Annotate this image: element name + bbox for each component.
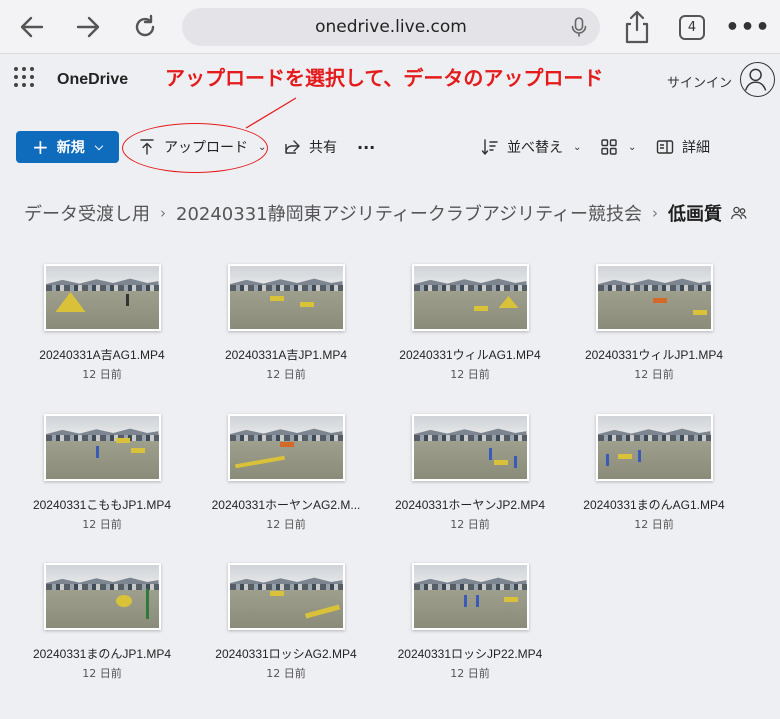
video-thumbnail <box>227 414 345 481</box>
file-name: 20240331ロッシAG2.MP4 <box>215 647 357 661</box>
user-icon <box>744 68 767 91</box>
file-date: 12 日前 <box>634 518 674 531</box>
file-name: 20240331こももJP1.MP4 <box>32 498 172 512</box>
file-name: 20240331まのんJP1.MP4 <box>32 647 172 661</box>
new-button[interactable]: + 新規 ⌵ <box>16 131 119 163</box>
avatar[interactable] <box>740 62 775 97</box>
breadcrumb-item[interactable]: データ受渡し用 <box>24 200 150 226</box>
file-tile[interactable]: 20240331まのんAG1.MP4 12 日前 <box>579 414 729 532</box>
more-actions-button[interactable]: ··· <box>357 136 375 158</box>
chevron-down-icon: ⌵ <box>94 140 104 153</box>
video-thumbnail <box>227 264 345 331</box>
file-date: 12 日前 <box>82 368 122 381</box>
video-thumbnail <box>595 264 713 331</box>
app-launcher-icon[interactable] <box>14 67 34 87</box>
file-date: 12 日前 <box>266 518 306 531</box>
details-button[interactable]: 詳細 <box>656 136 710 158</box>
browser-toolbar: onedrive.live.com 4 ••• <box>0 0 780 54</box>
share-button[interactable]: 共有 <box>283 136 337 158</box>
file-name: 20240331A吉AG1.MP4 <box>39 348 165 362</box>
video-thumbnail <box>411 264 529 331</box>
file-date: 12 日前 <box>266 368 306 381</box>
shared-people-icon <box>730 206 747 220</box>
chevron-down-icon: ⌄ <box>258 141 267 153</box>
reload-icon <box>135 14 155 37</box>
view-toggle-button[interactable]: ⌄ <box>600 136 636 158</box>
more-dots: ••• <box>725 14 771 40</box>
share-icon <box>285 140 300 154</box>
sort-label: 並べ替え <box>507 140 563 156</box>
file-tile[interactable]: 20240331ウィルJP1.MP4 12 日前 <box>579 264 729 382</box>
upload-icon <box>140 139 154 155</box>
file-tile[interactable]: 20240331ロッシJP22.MP4 12 日前 <box>395 563 545 681</box>
browser-more-button[interactable]: ••• <box>725 14 769 40</box>
app-name[interactable]: OneDrive <box>57 71 128 89</box>
browser-share-icon[interactable] <box>620 8 654 46</box>
upload-label: アップロード <box>164 140 248 156</box>
file-tile[interactable]: 20240331ホーヤンAG2.M... 12 日前 <box>211 414 361 532</box>
upload-button[interactable]: アップロード ⌄ <box>138 136 266 158</box>
grid-view-icon <box>601 139 617 155</box>
sort-button[interactable]: 並べ替え ⌄ <box>481 136 581 158</box>
video-thumbnail <box>43 414 161 481</box>
chevron-right-icon: › <box>160 204 166 222</box>
file-date: 12 日前 <box>450 518 490 531</box>
chevron-right-icon: › <box>652 204 659 222</box>
file-name: 20240331ロッシJP22.MP4 <box>397 647 543 661</box>
file-name: 20240331まのんAG1.MP4 <box>583 498 725 512</box>
new-label: 新規 <box>56 140 85 156</box>
file-tile[interactable]: 20240331A吉JP1.MP4 12 日前 <box>211 264 361 382</box>
annotation-text: アップロードを選択して、データのアップロード <box>165 66 604 90</box>
tab-count-button[interactable]: 4 <box>679 15 705 40</box>
reload-button[interactable] <box>125 8 165 46</box>
video-thumbnail <box>227 563 345 630</box>
microphone-icon[interactable] <box>568 16 590 38</box>
video-thumbnail <box>411 563 529 630</box>
file-date: 12 日前 <box>266 667 306 680</box>
file-date: 12 日前 <box>450 667 490 680</box>
file-name: 20240331ウィルAG1.MP4 <box>399 348 541 362</box>
plus-icon: + <box>32 135 49 159</box>
breadcrumb-item[interactable]: 20240331静岡東アジリティークラブアジリティー競技会 <box>176 200 642 226</box>
chevron-down-icon: ⌄ <box>628 141 637 153</box>
file-date: 12 日前 <box>450 368 490 381</box>
share-label: 共有 <box>309 140 337 156</box>
file-tile[interactable]: 20240331まのんJP1.MP4 12 日前 <box>27 563 177 681</box>
file-tile[interactable]: 20240331A吉AG1.MP4 12 日前 <box>27 264 177 382</box>
file-date: 12 日前 <box>82 518 122 531</box>
breadcrumb: データ受渡し用 › 20240331静岡東アジリティークラブアジリティー競技会 … <box>24 200 748 226</box>
details-label: 詳細 <box>682 140 710 156</box>
file-tile[interactable]: 20240331ホーヤンJP2.MP4 12 日前 <box>395 414 545 532</box>
video-thumbnail <box>43 563 161 630</box>
file-date: 12 日前 <box>82 667 122 680</box>
back-button[interactable] <box>12 8 52 46</box>
breadcrumb-current[interactable]: 低画質 <box>668 200 722 226</box>
tab-count: 4 <box>687 20 697 35</box>
file-tile[interactable]: 20240331こももJP1.MP4 12 日前 <box>27 414 177 532</box>
video-thumbnail <box>595 414 713 481</box>
file-name: 20240331ウィルJP1.MP4 <box>584 348 724 362</box>
video-thumbnail <box>411 414 529 481</box>
file-tile[interactable]: 20240331ロッシAG2.MP4 12 日前 <box>211 563 361 681</box>
url-text: onedrive.live.com <box>315 17 467 37</box>
file-name: 20240331ホーヤンAG2.M... <box>211 498 361 512</box>
file-date: 12 日前 <box>634 368 674 381</box>
arrow-right-icon <box>76 16 100 38</box>
signin-link[interactable]: サインイン <box>667 72 732 91</box>
file-name: 20240331ホーヤンJP2.MP4 <box>395 498 546 512</box>
sort-icon <box>481 139 498 155</box>
file-tile[interactable]: 20240331ウィルAG1.MP4 12 日前 <box>395 264 545 382</box>
address-bar[interactable]: onedrive.live.com <box>182 8 600 46</box>
arrow-left-icon <box>20 16 44 38</box>
file-name: 20240331A吉JP1.MP4 <box>224 348 348 362</box>
details-pane-icon <box>656 140 674 154</box>
chevron-down-icon: ⌄ <box>573 141 582 153</box>
forward-button[interactable] <box>68 8 108 46</box>
more-actions-dots: ··· <box>357 137 376 157</box>
video-thumbnail <box>43 264 161 331</box>
